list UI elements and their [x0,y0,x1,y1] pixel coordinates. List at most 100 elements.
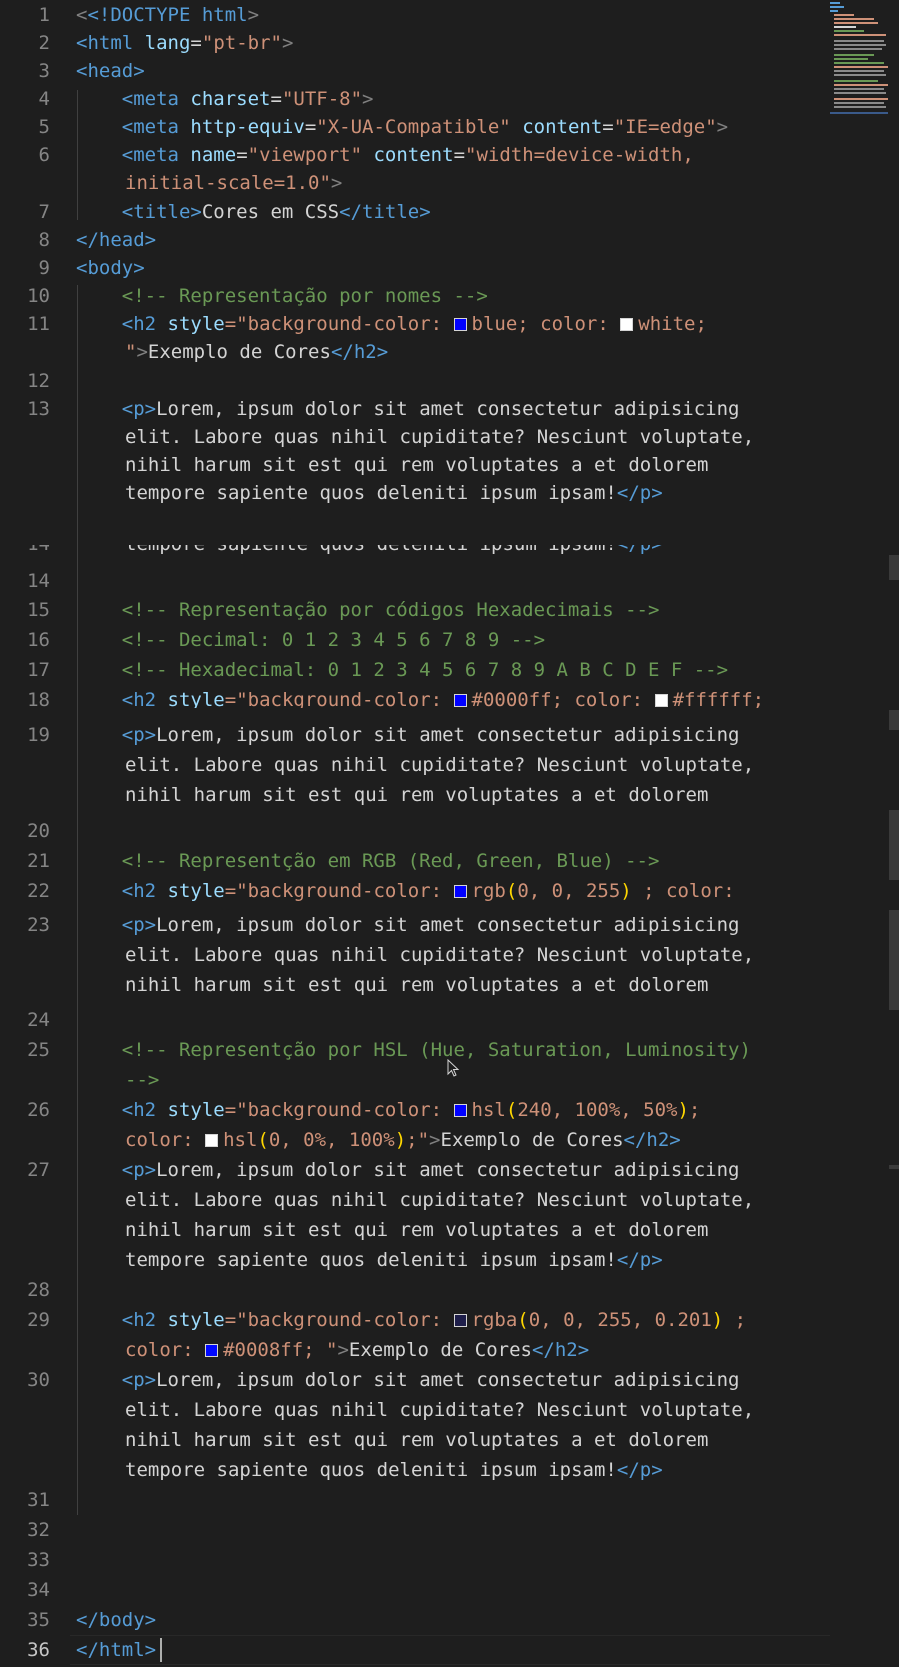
line-number: 2 [38,32,50,54]
line-number: 16 [27,629,50,651]
title-text: Cores em CSS [201,201,340,223]
line-number: 9 [38,257,50,279]
paragraph-text: Lorem, ipsum dolor sit amet consectetur … [156,398,740,420]
style-value: color: [125,1129,206,1151]
line-number: 32 [27,1519,50,1541]
code-line-14[interactable]: 14 [0,566,830,596]
title-close-tag: </title> [339,201,431,223]
code-line-17[interactable]: 17 <!-- Hexadecimal: 0 1 2 3 4 5 6 7 8 9… [0,655,830,685]
code-line-19[interactable]: 19 <p>Lorem, ipsum dolor sit amet consec… [0,720,830,806]
doctype-keyword: <!DOCTYPE [87,4,191,26]
color-swatch-icon[interactable] [620,318,634,331]
color-swatch-icon[interactable] [205,1134,219,1147]
code-line-10[interactable]: 10 <!-- Representação por nomes --> [0,281,830,311]
style-value: ; color: [631,880,735,902]
color-swatch-icon[interactable] [453,1104,467,1117]
minimap[interactable] [830,0,890,130]
punctuation: > [136,341,148,363]
paragraph-text: nihil harum sit est qui rem voluptates a… [125,784,709,806]
code-line-36[interactable]: 36 </html> [0,1635,830,1665]
lang-attribute: lang [144,32,191,54]
code-line-33[interactable]: 33 [0,1545,830,1575]
code-line-7[interactable]: 7 <title>Cores em CSS</title> [0,197,830,227]
code-line-28[interactable]: 28 [0,1275,830,1305]
code-line-15[interactable]: 15 <!-- Representação por códigos Hexade… [0,595,830,625]
line-number: 34 [27,1579,50,1601]
code-line-20[interactable]: 20 [0,816,830,846]
style-value: ="background-color: [224,313,454,335]
paragraph-text: tempore sapiente quos deleniti ipsum ips… [125,482,617,504]
code-line-30[interactable]: 30 <p>Lorem, ipsum dolor sit amet consec… [0,1365,830,1485]
style-value: " [125,341,137,363]
paragraph-text: nihil harum sit est qui rem voluptates a… [125,1219,709,1241]
code-line-16[interactable]: 16 <!-- Decimal: 0 1 2 3 4 5 6 7 8 9 --> [0,625,830,655]
code-line-24[interactable]: 24 [0,1005,830,1035]
code-line-5[interactable]: 5 <meta http-equiv="X-UA-Compatible" con… [0,112,830,142]
code-line-12[interactable]: 12 [0,366,830,396]
code-line-4[interactable]: 4 <meta charset="UTF-8"> [0,84,830,114]
code-editor[interactable]: 1 <<!DOCTYPE html> 2 <html lang="pt-br">… [0,0,899,1667]
code-line-23[interactable]: 23 <p>Lorem, ipsum dolor sit amet consec… [0,910,830,1010]
code-line-34[interactable]: 34 [0,1575,830,1605]
http-equiv-value: "X-UA-Compatible" [316,116,511,138]
line-number-active: 36 [27,1639,50,1661]
scrollbar-marker [889,555,899,580]
code-line-6[interactable]: 6 <meta name="viewport" content="width=d… [0,140,830,196]
paragraph-text: Lorem, ipsum dolor sit amet consectetur … [156,914,740,936]
code-line-32[interactable]: 32 [0,1515,830,1545]
code-line-14-partial: 14 tempore sapiente quos deleniti ipsum … [0,545,830,559]
line-number: 24 [27,1009,50,1031]
line-number: 7 [38,201,50,223]
code-line-25[interactable]: 25 <!-- Representção por HSL (Hue, Satur… [0,1035,830,1095]
p-close-tag: </p> [617,545,663,555]
p-close-tag: </p> [616,482,663,504]
code-line-9[interactable]: 9 <body> [0,253,830,283]
color-swatch-icon[interactable] [453,1314,467,1327]
rgba-arguments: 0, 0, 255, 0.201 [528,1309,712,1331]
paragraph-text: tempore sapiente quos deleniti ipsum ips… [125,1459,617,1481]
line-number: 30 [27,1369,50,1391]
style-value: #0008ff; " [223,1339,338,1361]
h2-tag: <h2 [121,880,157,902]
line-number: 31 [27,1489,50,1511]
body-close-tag: </body> [76,1609,157,1631]
code-line-21[interactable]: 21 <!-- Representção em RGB (Red, Green,… [0,846,830,876]
scrollbar-marker [889,710,899,730]
code-line-1[interactable]: 1 <<!DOCTYPE html> [0,0,830,30]
code-line-26[interactable]: 26 <h2 style="background-color: hsl(240,… [0,1095,830,1155]
h2-tag: <h2 [121,1309,157,1331]
line-number: 35 [27,1609,50,1631]
code-line-8[interactable]: 8 </head> [0,225,830,255]
paragraph-text: Lorem, ipsum dolor sit amet consectetur … [156,1369,740,1391]
color-swatch-icon[interactable] [453,885,467,898]
line-number: 1 [38,4,50,26]
color-swatch-icon[interactable] [453,694,467,707]
code-line-31[interactable]: 31 [0,1485,830,1515]
meta-tag: <meta [121,88,179,110]
code-line-27[interactable]: 27 <p>Lorem, ipsum dolor sit amet consec… [0,1155,830,1275]
color-swatch-icon[interactable] [453,318,467,331]
h2-close-tag: </h2> [531,1339,590,1361]
h2-text: Exemplo de Cores [147,341,331,363]
code-line-2[interactable]: 2 <html lang="pt-br"> [0,28,830,58]
code-line-35[interactable]: 35 </body> [0,1605,830,1635]
color-swatch-icon[interactable] [205,1344,219,1357]
code-line-11[interactable]: 11 <h2 style="background-color: blue; co… [0,309,830,365]
color-swatch-icon[interactable] [654,694,668,707]
name-value: "viewport" [247,144,363,166]
punctuation: > [247,4,260,26]
style-value: ="background-color: [224,880,454,902]
code-line-29[interactable]: 29 <h2 style="background-color: rgba(0, … [0,1305,830,1365]
comment: <!-- Hexadecimal: 0 1 2 3 4 5 6 7 8 9 A … [121,659,729,681]
punctuation: > [281,32,294,54]
style-value: ="background-color: [224,1099,454,1121]
comment: <!-- Decimal: 0 1 2 3 4 5 6 7 8 9 --> [121,629,546,651]
line-number: 3 [38,60,50,82]
code-line-22[interactable]: 22 <h2 style="background-color: rgb(0, 0… [0,876,830,906]
line-number: 8 [38,229,50,251]
style-value: color: [125,1339,206,1361]
code-line-13[interactable]: 13 <p>Lorem, ipsum dolor sit amet consec… [0,394,830,506]
code-line-3[interactable]: 3 <head> [0,56,830,86]
code-line-18[interactable]: 18 <h2 style="background-color: #0000ff;… [0,685,830,708]
line-number: 25 [27,1039,50,1061]
